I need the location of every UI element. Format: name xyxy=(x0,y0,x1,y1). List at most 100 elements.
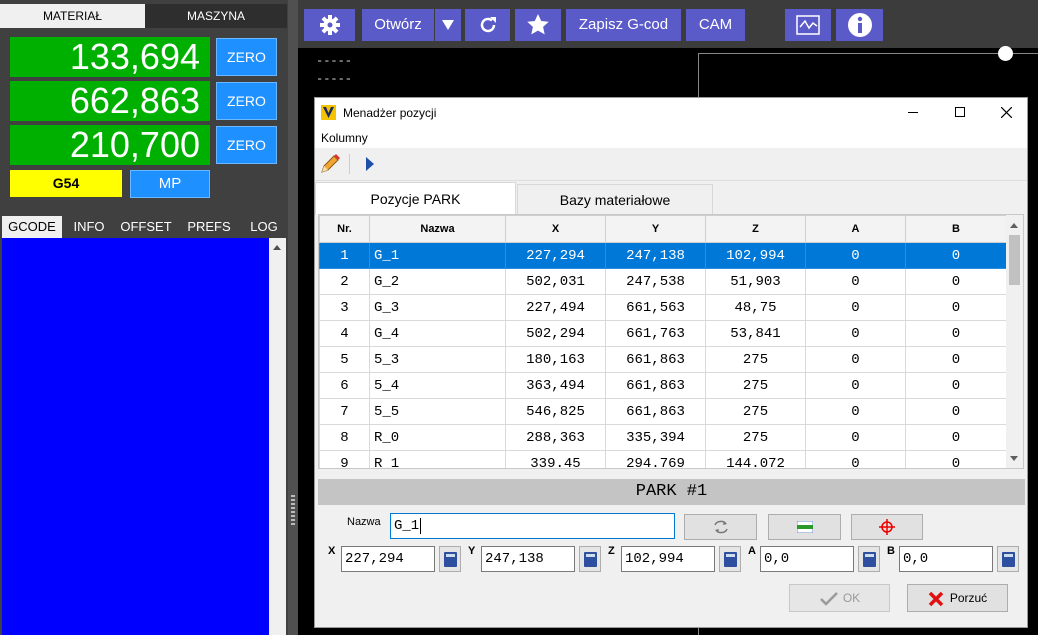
cell-y[interactable]: 661,863 xyxy=(605,372,706,399)
cell-b[interactable]: 0 xyxy=(905,320,1007,347)
cell-y[interactable]: 661,863 xyxy=(605,398,706,425)
tab-material[interactable]: MATERIAŁ xyxy=(0,4,145,28)
ok-button[interactable]: OK xyxy=(789,584,890,612)
close-icon[interactable] xyxy=(1001,107,1012,118)
zero-y-button[interactable]: ZERO xyxy=(216,82,277,120)
coord-y-field[interactable]: 247,138 xyxy=(481,546,575,572)
cell-name[interactable]: G_2 xyxy=(369,268,506,295)
panel-splitter[interactable] xyxy=(288,0,298,635)
info-button[interactable] xyxy=(836,9,883,41)
cell-nr[interactable]: 6 xyxy=(319,372,370,399)
cell-name[interactable]: 5_4 xyxy=(369,372,506,399)
cell-a[interactable]: 0 xyxy=(805,320,906,347)
cell-x[interactable]: 546,825 xyxy=(505,398,606,425)
cell-name[interactable]: R_0 xyxy=(369,424,506,451)
table-row[interactable]: 4 G_4 502,294 661,763 53,841 0 0 xyxy=(319,320,1007,347)
table-row[interactable]: 9 R_1 339.45 294.769 144.072 0 0 xyxy=(319,450,1007,468)
cell-x[interactable]: 502,031 xyxy=(505,268,606,295)
zero-x-button[interactable]: ZERO xyxy=(216,38,277,76)
cell-b[interactable]: 0 xyxy=(905,268,1007,295)
pencil-icon[interactable] xyxy=(319,153,341,175)
cell-y[interactable]: 294.769 xyxy=(605,450,706,468)
calculator-b-button[interactable] xyxy=(997,546,1019,572)
col-header-nr[interactable]: Nr. xyxy=(319,215,370,243)
cell-z[interactable]: 144.072 xyxy=(705,450,806,468)
play-icon[interactable] xyxy=(366,157,374,171)
col-header-y[interactable]: Y xyxy=(605,215,706,243)
cell-b[interactable]: 0 xyxy=(905,242,1007,269)
minimize-icon[interactable] xyxy=(908,112,918,113)
cell-a[interactable]: 0 xyxy=(805,268,906,295)
cell-x[interactable]: 227,294 xyxy=(505,242,606,269)
calculator-y-button[interactable] xyxy=(579,546,601,572)
cell-y[interactable]: 661,863 xyxy=(605,346,706,373)
cell-a[interactable]: 0 xyxy=(805,450,906,468)
cell-z[interactable]: 53,841 xyxy=(705,320,806,347)
cell-nr[interactable]: 8 xyxy=(319,424,370,451)
cell-nr[interactable]: 3 xyxy=(319,294,370,321)
cell-nr[interactable]: 2 xyxy=(319,268,370,295)
cell-y[interactable]: 661,563 xyxy=(605,294,706,321)
cell-y[interactable]: 335,394 xyxy=(605,424,706,451)
cell-b[interactable]: 0 xyxy=(905,372,1007,399)
open-button[interactable]: Otwórz xyxy=(362,9,434,41)
tab-prefs[interactable]: PREFS xyxy=(181,216,237,238)
cell-z[interactable]: 275 xyxy=(705,398,806,425)
cell-nr[interactable]: 4 xyxy=(319,320,370,347)
scroll-down-icon[interactable] xyxy=(1010,456,1018,461)
open-dropdown-button[interactable] xyxy=(435,9,461,41)
table-row[interactable]: 7 5_5 546,825 661,863 275 0 0 xyxy=(319,398,1007,425)
cell-a[interactable]: 0 xyxy=(805,372,906,399)
scroll-up-icon[interactable] xyxy=(273,245,281,250)
col-header-x[interactable]: X xyxy=(505,215,606,243)
cancel-button[interactable]: Porzuć xyxy=(907,584,1008,612)
coord-b-field[interactable]: 0,0 xyxy=(899,546,993,572)
calculator-x-button[interactable] xyxy=(439,546,461,572)
table-row[interactable]: 2 G_2 502,031 247,538 51,903 0 0 xyxy=(319,268,1007,295)
cell-x[interactable]: 339.45 xyxy=(505,450,606,468)
col-header-name[interactable]: Nazwa xyxy=(369,215,506,243)
table-row[interactable]: 8 R_0 288,363 335,394 275 0 0 xyxy=(319,424,1007,451)
cell-nr[interactable]: 1 xyxy=(319,242,370,269)
cell-y[interactable]: 661,763 xyxy=(605,320,706,347)
cell-a[interactable]: 0 xyxy=(805,294,906,321)
chart-button[interactable] xyxy=(785,9,831,41)
scroll-up-icon[interactable] xyxy=(1010,223,1018,228)
cell-x[interactable]: 180,163 xyxy=(505,346,606,373)
cell-name[interactable]: G_1 xyxy=(369,242,506,269)
cell-y[interactable]: 247,138 xyxy=(605,242,706,269)
swap-button[interactable] xyxy=(684,514,757,540)
cell-name[interactable]: 5_3 xyxy=(369,346,506,373)
cell-x[interactable]: 288,363 xyxy=(505,424,606,451)
table-row[interactable]: 5 5_3 180,163 661,863 275 0 0 xyxy=(319,346,1007,373)
menu-columns[interactable]: Kolumny xyxy=(321,131,368,145)
tab-material-bases[interactable]: Bazy materiałowe xyxy=(517,184,713,214)
capture-position-button[interactable] xyxy=(851,514,923,540)
cell-z[interactable]: 275 xyxy=(705,372,806,399)
tab-park-positions[interactable]: Pozycje PARK xyxy=(315,182,516,215)
tab-machine[interactable]: MASZYNA xyxy=(145,4,287,28)
gcode-scrollbar[interactable] xyxy=(269,238,286,635)
mp-button[interactable]: MP xyxy=(130,170,210,198)
cell-b[interactable]: 0 xyxy=(905,398,1007,425)
cell-x[interactable]: 502,294 xyxy=(505,320,606,347)
cell-nr[interactable]: 5 xyxy=(319,346,370,373)
cell-b[interactable]: 0 xyxy=(905,450,1007,468)
tab-log[interactable]: LOG xyxy=(243,216,285,238)
cell-b[interactable]: 0 xyxy=(905,294,1007,321)
cell-z[interactable]: 275 xyxy=(705,346,806,373)
cell-name[interactable]: G_4 xyxy=(369,320,506,347)
cell-z[interactable]: 102,994 xyxy=(705,242,806,269)
coord-x-field[interactable]: 227,294 xyxy=(341,546,435,572)
maximize-icon[interactable] xyxy=(955,107,965,117)
insert-row-button[interactable] xyxy=(768,514,841,540)
tab-info[interactable]: INFO xyxy=(67,216,111,238)
coord-a-field[interactable]: 0,0 xyxy=(760,546,854,572)
gcode-editor[interactable] xyxy=(2,238,269,635)
cell-a[interactable]: 0 xyxy=(805,346,906,373)
cell-a[interactable]: 0 xyxy=(805,398,906,425)
coord-z-field[interactable]: 102,994 xyxy=(621,546,715,572)
cell-y[interactable]: 247,538 xyxy=(605,268,706,295)
settings-button[interactable] xyxy=(304,9,355,41)
col-header-z[interactable]: Z xyxy=(705,215,806,243)
